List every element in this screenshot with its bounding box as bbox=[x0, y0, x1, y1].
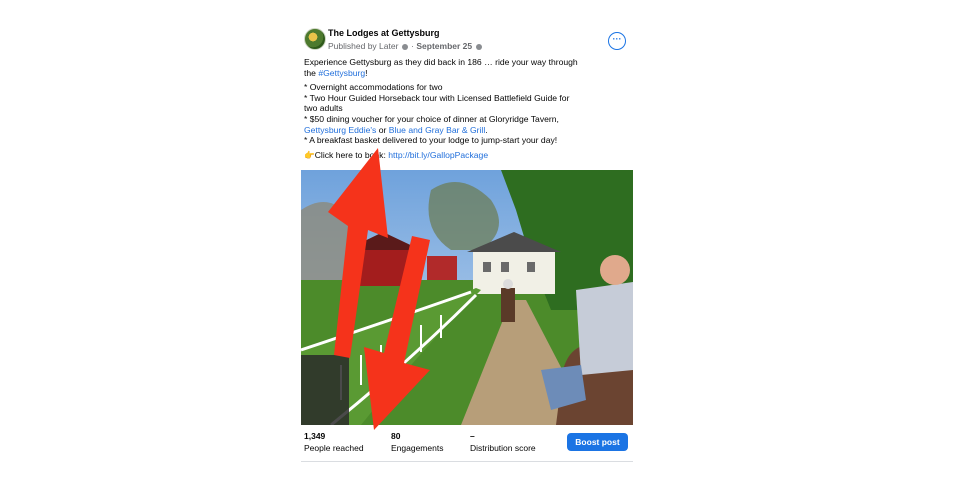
post-line: Experience Gettysburg as they did back i… bbox=[304, 57, 578, 67]
restaurant-link-blue-gray[interactable]: Blue and Gray Bar & Grill bbox=[389, 125, 485, 135]
engagements-value: 80 bbox=[391, 431, 401, 441]
restaurant-link-eddies[interactable]: Gettysburg Eddie's bbox=[304, 125, 376, 135]
globe-icon bbox=[475, 43, 482, 50]
facebook-post-card: The Lodges at Gettysburg Published by La… bbox=[301, 20, 633, 464]
people-reached-label: People reached bbox=[304, 443, 364, 453]
post-line: * A breakfast basket delivered to your l… bbox=[304, 135, 558, 146]
more-options-button[interactable]: ··· bbox=[608, 32, 626, 50]
post-line: two adults bbox=[304, 103, 343, 114]
post-date[interactable]: September 25 bbox=[416, 41, 472, 51]
post-photo[interactable] bbox=[301, 170, 633, 425]
distribution-score-value: – bbox=[470, 431, 475, 441]
meta-separator: · bbox=[411, 41, 415, 51]
post-header: The Lodges at Gettysburg Published by La… bbox=[301, 26, 633, 54]
post-text: Experience Gettysburg as they did back i… bbox=[304, 57, 630, 160]
people-reached-value: 1,349 bbox=[304, 431, 326, 441]
text-span: or bbox=[376, 124, 389, 135]
post-line: Gettysburg Eddie's or Blue and Gray Bar … bbox=[304, 125, 630, 136]
hashtag-link[interactable]: #Gettysburg bbox=[318, 68, 365, 78]
photo-illustration bbox=[301, 170, 633, 425]
boost-post-button[interactable]: Boost post bbox=[567, 433, 628, 451]
page-name[interactable]: The Lodges at Gettysburg bbox=[328, 28, 440, 38]
distribution-score-stat[interactable]: – Distribution score bbox=[470, 431, 536, 453]
post-line: 👉Click here to book: http://bit.ly/Gallo… bbox=[304, 150, 630, 161]
text-span: ! bbox=[365, 67, 368, 78]
post-meta: Published by Later · September 25 bbox=[328, 41, 483, 51]
post-line: * Two Hour Guided Horseback tour with Li… bbox=[304, 92, 570, 103]
text-span: 👉Click here to book: bbox=[304, 149, 389, 160]
published-by: Published by Later bbox=[328, 41, 399, 51]
post-line: * $50 dining voucher for your choice of … bbox=[304, 113, 559, 124]
post-line: the #Gettysburg! bbox=[304, 68, 630, 79]
engagements-stat[interactable]: 80 Engagements bbox=[391, 431, 443, 453]
booking-link[interactable]: http://bit.ly/GallopPackage bbox=[388, 150, 488, 160]
distribution-score-label: Distribution score bbox=[470, 443, 536, 453]
post-line: * Overnight accommodations for two bbox=[304, 82, 443, 93]
engagements-label: Engagements bbox=[391, 443, 444, 453]
divider bbox=[301, 461, 633, 462]
post-insights: 1,349 People reached 80 Engagements – Di… bbox=[301, 431, 633, 459]
page-avatar[interactable] bbox=[304, 28, 326, 50]
text-span: . bbox=[485, 124, 488, 135]
info-icon bbox=[401, 43, 408, 50]
people-reached-stat[interactable]: 1,349 People reached bbox=[304, 431, 364, 453]
text-span: the bbox=[304, 67, 319, 78]
